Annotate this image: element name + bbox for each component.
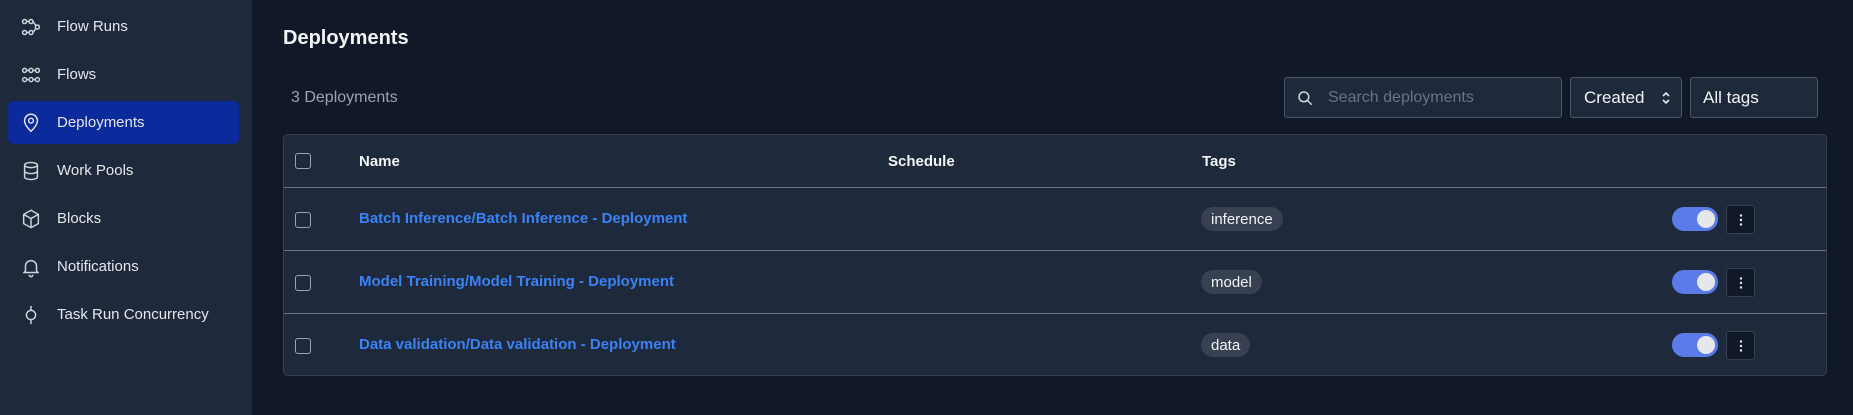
database-icon (20, 160, 42, 182)
sidebar-item-label: Deployments (57, 114, 145, 131)
column-header-tags: Tags (1202, 153, 1236, 170)
deployment-name-link[interactable]: Batch Inference/Batch Inference - Deploy… (359, 210, 687, 227)
enable-toggle[interactable] (1672, 207, 1718, 231)
tag-badge: model (1201, 270, 1262, 294)
sidebar-item-task-run-concurrency[interactable]: Task Run Concurrency (8, 293, 239, 336)
tags-filter-value: All tags (1703, 87, 1759, 107)
deployment-count: 3 Deployments (291, 89, 398, 106)
tag-badge: data (1201, 333, 1251, 357)
row-checkbox[interactable] (295, 212, 311, 228)
more-vertical-icon (1739, 213, 1742, 226)
enable-toggle[interactable] (1672, 270, 1718, 294)
column-header-name: Name (359, 153, 400, 170)
deployment-name-link[interactable]: Model Training/Model Training - Deployme… (359, 273, 674, 290)
search-input[interactable] (1328, 88, 1548, 107)
sidebar-item-deployments[interactable]: Deployments (8, 101, 239, 144)
cube-icon (20, 208, 42, 230)
chevron-up-down-icon (1662, 91, 1670, 105)
deployment-name-link[interactable]: Data validation/Data validation - Deploy… (359, 336, 676, 353)
search-icon (1298, 90, 1313, 105)
sidebar: Flow Runs Flows Deployments Work Pools B… (0, 0, 252, 415)
more-vertical-icon (1739, 339, 1742, 352)
sidebar-item-blocks[interactable]: Blocks (8, 197, 239, 240)
sort-select[interactable]: Created (1570, 77, 1682, 118)
row-menu-button[interactable] (1726, 268, 1755, 297)
enable-toggle[interactable] (1672, 333, 1718, 357)
map-pin-icon (20, 112, 42, 134)
sidebar-item-label: Notifications (57, 258, 139, 275)
deployments-table: Name Schedule Tags Batch Inference/Batch… (283, 134, 1827, 376)
row-checkbox[interactable] (295, 275, 311, 291)
main-content: Deployments 3 Deployments Created All ta… (252, 0, 1853, 415)
bell-icon (20, 256, 42, 278)
toggle-knob (1697, 210, 1715, 228)
sidebar-item-flow-runs[interactable]: Flow Runs (8, 5, 239, 48)
sidebar-item-label: Flows (57, 66, 97, 83)
row-menu-button[interactable] (1726, 331, 1755, 360)
flow-runs-icon (20, 16, 42, 38)
sidebar-item-label: Task Run Concurrency (57, 306, 209, 323)
flows-icon (20, 64, 42, 86)
sidebar-item-label: Work Pools (57, 162, 134, 179)
sidebar-item-flows[interactable]: Flows (8, 53, 239, 96)
tags-filter[interactable]: All tags (1690, 77, 1818, 118)
row-checkbox[interactable] (295, 338, 311, 354)
sort-select-value: Created (1584, 87, 1645, 107)
table-row: Batch Inference/Batch Inference - Deploy… (284, 188, 1826, 251)
table-row: Model Training/Model Training - Deployme… (284, 251, 1826, 314)
tag-badge: inference (1201, 207, 1283, 231)
sidebar-item-work-pools[interactable]: Work Pools (8, 149, 239, 192)
column-header-schedule: Schedule (888, 153, 955, 170)
table-row: Data validation/Data validation - Deploy… (284, 314, 1826, 375)
sidebar-item-label: Blocks (57, 210, 102, 227)
toggle-knob (1697, 273, 1715, 291)
more-vertical-icon (1739, 276, 1742, 289)
page-title: Deployments (283, 27, 409, 49)
row-menu-button[interactable] (1726, 205, 1755, 234)
sidebar-item-notifications[interactable]: Notifications (8, 245, 239, 288)
select-all-checkbox[interactable] (295, 153, 311, 169)
search-box[interactable] (1284, 77, 1562, 118)
concurrency-icon (20, 304, 42, 326)
table-header: Name Schedule Tags (284, 135, 1826, 188)
toggle-knob (1697, 336, 1715, 354)
sidebar-item-label: Flow Runs (57, 18, 128, 35)
